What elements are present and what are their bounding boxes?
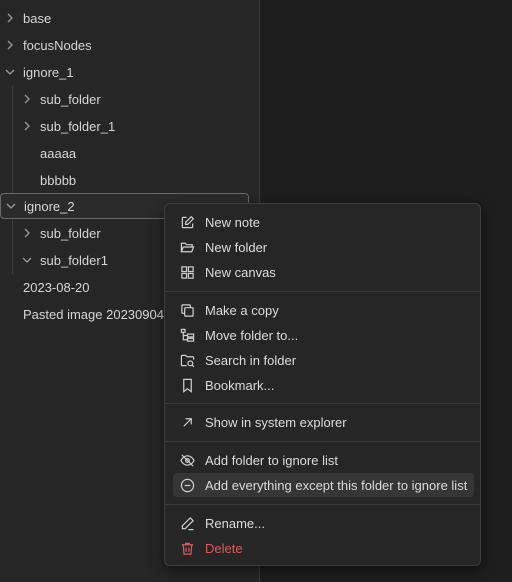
tree-item-label: 2023-08-20	[23, 279, 90, 295]
menu-item-rename[interactable]: Rename...	[173, 511, 474, 535]
tree-item-label: bbbbb	[40, 172, 77, 188]
chevron-right-icon	[4, 39, 16, 51]
menu-item-add-to-ignore[interactable]: Add folder to ignore list	[173, 448, 474, 472]
tree-item-label: focusNodes	[23, 37, 92, 53]
menu-separator	[165, 403, 480, 404]
folder-tree-icon	[179, 327, 195, 343]
tree-item-label: sub_folder	[40, 225, 101, 241]
menu-item-new-note[interactable]: New note	[173, 210, 474, 234]
menu-item-label: New folder	[205, 239, 268, 255]
menu-item-new-canvas[interactable]: New canvas	[173, 260, 474, 284]
tree-item-label: sub_folder1	[40, 252, 108, 268]
context-menu: New note New folder New canvas Make a co…	[164, 203, 481, 566]
chevron-right-icon	[21, 120, 33, 132]
edit-icon	[179, 214, 195, 230]
menu-item-label: Rename...	[205, 515, 265, 531]
menu-item-move-folder[interactable]: Move folder to...	[173, 323, 474, 347]
bookmark-icon	[179, 377, 195, 393]
indent-guide	[12, 220, 13, 274]
tree-folder-sub-folder[interactable]: sub_folder	[21, 86, 244, 112]
tree-item-label: sub_folder_1	[40, 118, 116, 134]
menu-item-search-folder[interactable]: Search in folder	[173, 348, 474, 372]
copy-icon	[179, 302, 195, 318]
chevron-down-icon	[21, 254, 33, 266]
tree-file-aaaaa[interactable]: aaaaa	[40, 140, 244, 166]
indent-guide	[12, 86, 13, 194]
menu-item-label: Move folder to...	[205, 327, 299, 343]
menu-item-label: New note	[205, 214, 260, 230]
menu-item-label: Add everything except this folder to ign…	[205, 477, 468, 493]
menu-item-delete[interactable]: Delete	[173, 536, 474, 560]
menu-item-bookmark[interactable]: Bookmark...	[173, 373, 474, 397]
menu-item-show-in-explorer[interactable]: Show in system explorer	[173, 410, 474, 434]
menu-item-label: Add folder to ignore list	[205, 452, 338, 468]
tree-item-label: sub_folder	[40, 91, 101, 107]
arrow-up-right-icon	[179, 414, 195, 430]
folder-open-icon	[179, 239, 195, 255]
tree-folder-base[interactable]: base	[4, 5, 244, 31]
menu-item-label: Bookmark...	[205, 377, 275, 393]
tree-folder-ignore-1[interactable]: ignore_1	[4, 59, 244, 85]
tree-item-label: ignore_2	[24, 198, 75, 214]
menu-separator	[165, 291, 480, 292]
tree-item-label: ignore_1	[23, 64, 74, 80]
tree-folder-focusnodes[interactable]: focusNodes	[4, 32, 244, 58]
chevron-right-icon	[4, 12, 16, 24]
menu-item-label: Show in system explorer	[205, 414, 347, 430]
tree-file-bbbbb[interactable]: bbbbb	[40, 167, 244, 193]
tree-item-label: Pasted image 20230904	[23, 306, 164, 322]
chevron-right-icon	[21, 227, 33, 239]
menu-item-label: Make a copy	[205, 302, 279, 318]
tree-item-label: aaaaa	[40, 145, 77, 161]
eye-off-icon	[179, 452, 195, 468]
menu-item-label: Delete	[205, 540, 243, 556]
canvas-icon	[179, 264, 195, 280]
folder-search-icon	[179, 352, 195, 368]
menu-item-label: Search in folder	[205, 352, 297, 368]
trash-icon	[179, 540, 195, 556]
menu-item-make-copy[interactable]: Make a copy	[173, 298, 474, 322]
tree-item-label: base	[23, 10, 52, 26]
menu-item-add-everything-except[interactable]: Add everything except this folder to ign…	[173, 473, 474, 497]
menu-separator	[165, 504, 480, 505]
chevron-down-icon	[4, 66, 16, 78]
menu-separator	[165, 441, 480, 442]
menu-item-label: New canvas	[205, 264, 276, 280]
minus-circle-icon	[179, 477, 195, 493]
chevron-down-icon	[5, 200, 17, 212]
chevron-right-icon	[21, 93, 33, 105]
tree-folder-sub-folder-1[interactable]: sub_folder_1	[21, 113, 244, 139]
pencil-icon	[179, 515, 195, 531]
menu-item-new-folder[interactable]: New folder	[173, 235, 474, 259]
